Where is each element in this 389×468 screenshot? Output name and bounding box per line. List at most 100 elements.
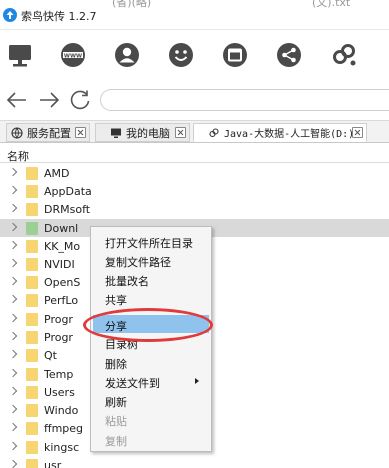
smile-icon[interactable]	[167, 41, 195, 69]
list-item[interactable]: AMD	[0, 164, 389, 182]
chevron-right-icon[interactable]	[8, 222, 18, 232]
tab-label: 服务配置	[27, 126, 71, 140]
navigation-bar	[0, 80, 389, 118]
menu-item-label: 批量改名	[105, 275, 149, 288]
chevron-right-icon[interactable]	[8, 167, 18, 177]
folder-name: Users	[44, 386, 75, 399]
folder-name: usr	[44, 459, 62, 468]
folder-icon	[26, 294, 38, 307]
chevron-right-icon[interactable]	[8, 203, 18, 213]
chevron-right-icon[interactable]	[8, 459, 18, 468]
folder-name: Progr	[44, 313, 73, 326]
link-icon[interactable]	[330, 41, 358, 69]
folder-icon	[26, 185, 38, 198]
menu-item-copy-path[interactable]: 复制文件路径	[93, 251, 209, 269]
chevron-right-icon[interactable]	[8, 386, 18, 396]
title-bleed-right: (文).txt	[312, 0, 351, 9]
monitor-icon	[111, 128, 121, 138]
folder-icon	[26, 441, 38, 454]
address-input[interactable]	[100, 89, 389, 111]
folder-name: DRMsoft	[44, 203, 91, 216]
folder-icon	[26, 222, 38, 235]
chevron-right-icon[interactable]	[8, 313, 18, 323]
monitor-icon[interactable]	[6, 41, 34, 69]
folder-name: PerfLo	[44, 294, 79, 307]
app-logo-icon	[3, 8, 17, 22]
window-icon[interactable]	[221, 41, 249, 69]
folder-name: Windo	[44, 404, 79, 417]
back-arrow-icon[interactable]	[5, 88, 29, 112]
tab-service-config[interactable]: 服务配置	[6, 123, 90, 142]
folder-icon	[26, 313, 38, 326]
tab-bar: 服务配置 我的电脑 Java-大数据-人工智能(D:)	[0, 120, 389, 143]
folder-icon	[26, 276, 38, 289]
user-icon[interactable]	[113, 41, 141, 69]
folder-icon	[26, 404, 38, 417]
tab-close-icon[interactable]	[75, 127, 86, 138]
menu-item-send-to[interactable]: 发送文件到	[93, 372, 209, 390]
name-column-label: 名称	[7, 150, 29, 163]
chevron-right-icon[interactable]	[8, 294, 18, 304]
menu-item-label: 刷新	[105, 396, 127, 409]
folder-icon	[26, 167, 38, 180]
folder-name: NVIDI	[44, 258, 75, 271]
list-item[interactable]: DRMsoft	[0, 200, 389, 218]
chevron-right-icon[interactable]	[8, 349, 18, 359]
web-icon[interactable]: WWW	[59, 41, 87, 69]
svg-text:WWW: WWW	[64, 53, 82, 59]
folder-icon	[26, 331, 38, 344]
menu-item-label: 删除	[105, 358, 127, 371]
chevron-right-icon[interactable]	[8, 422, 18, 432]
tab-java-drive[interactable]: Java-大数据-人工智能(D:)	[193, 123, 367, 142]
annotation-circle	[83, 308, 213, 342]
menu-item-copy: 复制	[93, 430, 209, 448]
chevron-right-icon[interactable]	[8, 404, 18, 414]
folder-name: AMD	[44, 167, 70, 180]
tab-close-icon[interactable]	[175, 127, 186, 138]
folder-name: Temp	[44, 368, 74, 381]
menu-item-delete[interactable]: 删除	[93, 353, 209, 371]
chevron-right-icon[interactable]	[8, 240, 18, 250]
globe-icon	[11, 126, 23, 139]
menu-item-refresh[interactable]: 刷新	[93, 391, 209, 409]
folder-name: ffmpeg	[44, 422, 84, 435]
tab-my-computer[interactable]: 我的电脑	[95, 123, 190, 142]
menu-item-lan-share[interactable]: 共享	[93, 289, 209, 307]
title-bleed-left: (省)(略)	[112, 0, 152, 9]
column-header[interactable]: 名称	[0, 145, 389, 163]
tab-close-icon[interactable]	[352, 127, 363, 138]
list-item[interactable]: usr	[0, 456, 389, 468]
menu-item-label: 复制	[105, 435, 127, 448]
folder-icon	[26, 386, 38, 399]
chevron-right-icon[interactable]	[8, 276, 18, 286]
folder-icon	[26, 240, 38, 253]
window-title: 索鸟快传 1.2.7	[21, 10, 97, 23]
folder-name: kingsc	[44, 441, 80, 454]
menu-item-label: 打开文件所在目录	[105, 237, 193, 250]
folder-name: KK_Mo	[44, 240, 81, 253]
submenu-arrow-icon	[195, 378, 199, 384]
tab-label: 我的电脑	[126, 126, 170, 140]
chevron-right-icon[interactable]	[8, 185, 18, 195]
folder-icon	[26, 422, 38, 435]
folder-icon	[26, 349, 38, 362]
share-icon[interactable]	[275, 41, 303, 69]
folder-icon	[26, 258, 38, 271]
chevron-right-icon[interactable]	[8, 368, 18, 378]
menu-item-batch-rename[interactable]: 批量改名	[93, 270, 209, 288]
menu-item-label: 复制文件路径	[105, 256, 171, 269]
menu-item-paste: 粘贴	[93, 410, 209, 428]
folder-name: Downl	[44, 222, 79, 235]
chevron-right-icon[interactable]	[8, 258, 18, 268]
tab-label: Java-大数据-人工智能(D:)	[224, 129, 355, 140]
folder-name: OpenS	[44, 276, 81, 289]
link-icon	[209, 127, 219, 137]
menu-item-label: 共享	[105, 294, 127, 307]
list-item[interactable]: AppData	[0, 182, 389, 200]
forward-arrow-icon[interactable]	[37, 88, 61, 112]
chevron-right-icon[interactable]	[8, 441, 18, 451]
menu-item-open-location[interactable]: 打开文件所在目录	[93, 232, 209, 250]
menu-item-label: 粘贴	[105, 415, 127, 428]
chevron-right-icon[interactable]	[8, 331, 18, 341]
refresh-icon[interactable]	[68, 88, 92, 112]
